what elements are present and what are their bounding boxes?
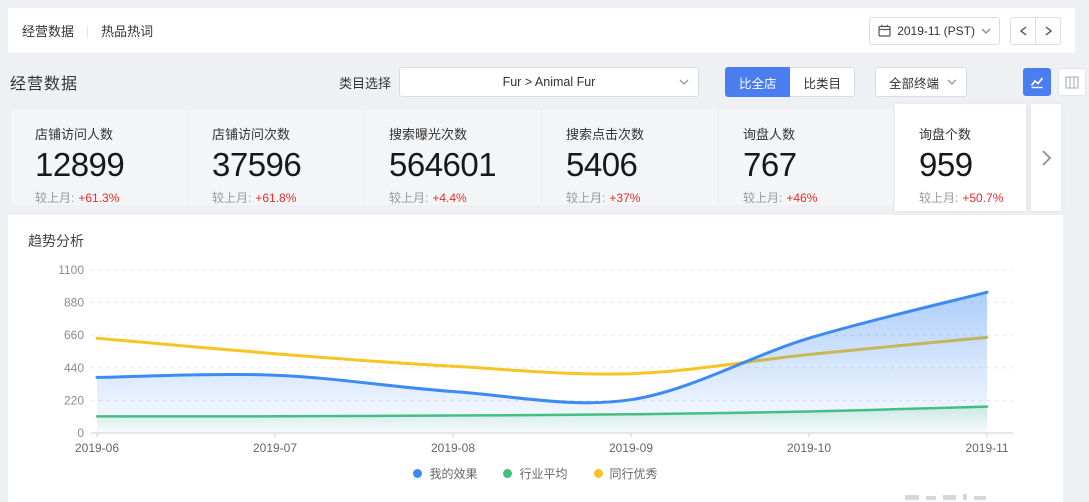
next-month-button[interactable] <box>1035 17 1061 45</box>
chevron-left-icon <box>1020 26 1027 36</box>
mom-label: 较上月: <box>389 191 428 205</box>
calendar-icon <box>878 24 891 37</box>
legend-item-top-peers[interactable]: 同行优秀 <box>594 465 658 482</box>
legend-item-industry-average[interactable]: 行业平均 <box>503 465 567 482</box>
chevron-right-icon <box>1042 150 1051 166</box>
kpi-card-inquiry-count[interactable]: 询盘个数 959 较上月: +50.7% <box>895 104 1026 211</box>
mom-label: 较上月: <box>743 191 782 205</box>
chevron-down-icon <box>947 79 957 85</box>
mom-value: +37% <box>609 191 640 205</box>
chevron-right-icon <box>1045 26 1052 36</box>
kpi-card-inquiry-people[interactable]: 询盘人数 767 较上月: +46% <box>718 110 895 205</box>
category-select-label: 类目选择 <box>339 73 391 92</box>
kpi-label: 搜索点击次数 <box>566 124 718 143</box>
prev-month-button[interactable] <box>1010 17 1036 45</box>
mom-value: +50.7% <box>962 191 1003 205</box>
category-select-value: Fur > Animal Fur <box>503 75 596 89</box>
view-toggle-group <box>1023 68 1086 96</box>
legend-label: 同行优秀 <box>610 465 658 482</box>
mom-value: +61.3% <box>78 191 119 205</box>
section-title: 经营数据 <box>10 70 78 94</box>
legend-dot-blue <box>413 469 422 478</box>
legend-dot-green <box>503 469 512 478</box>
category-select[interactable]: Fur > Animal Fur <box>399 67 699 97</box>
date-range-value: 2019-11 (PST) <box>897 24 975 38</box>
compare-whole-store-button[interactable]: 比全店 <box>725 67 791 97</box>
kpi-value: 37596 <box>212 146 364 184</box>
kpi-cards-row: 店铺访问人数 12899 较上月: +61.3% 店铺访问次数 37596 较上月… <box>10 104 1063 211</box>
svg-text:220: 220 <box>64 393 84 407</box>
kpi-card-search-impressions[interactable]: 搜索曝光次数 564601 较上月: +4.4% <box>364 110 541 205</box>
kpi-card-store-visitors[interactable]: 店铺访问人数 12899 较上月: +61.3% <box>10 110 187 205</box>
nav-tab-business-data[interactable]: 经营数据 <box>22 21 74 40</box>
chevron-down-icon <box>981 28 991 34</box>
top-nav-bar: 经营数据 | 热品热词 2019-11 (PST) <box>8 8 1075 53</box>
kpi-value: 959 <box>919 146 1026 184</box>
svg-text:660: 660 <box>64 328 84 342</box>
compare-category-button[interactable]: 比类目 <box>790 67 855 97</box>
svg-text:2019-08: 2019-08 <box>431 441 475 455</box>
mom-label: 较上月: <box>35 191 74 205</box>
kpi-label: 搜索曝光次数 <box>389 124 541 143</box>
line-chart-icon <box>1030 75 1044 89</box>
trend-line-chart[interactable]: 0 220 440 660 880 1100 2019-06 2019-07 2019-08 20… <box>8 215 1063 460</box>
kpi-value: 5406 <box>566 146 718 184</box>
mom-label: 较上月: <box>212 191 251 205</box>
kpi-value: 767 <box>743 146 895 184</box>
svg-text:2019-09: 2019-09 <box>609 441 653 455</box>
chart-legend: 我的效果 行业平均 同行优秀 <box>8 465 1063 482</box>
legend-item-my-performance[interactable]: 我的效果 <box>413 465 477 482</box>
svg-text:1100: 1100 <box>58 263 84 277</box>
svg-text:2019-11: 2019-11 <box>965 441 1008 455</box>
svg-text:440: 440 <box>64 361 84 375</box>
terminal-select-value: 全部终端 <box>889 73 939 92</box>
filter-toolbar: 经营数据 类目选择 Fur > Animal Fur 比全店 比类目 全部终端 <box>8 62 1086 102</box>
kpi-label: 店铺访问人数 <box>35 124 187 143</box>
mom-label: 较上月: <box>566 191 605 205</box>
kpi-label: 店铺访问次数 <box>212 124 364 143</box>
kpi-scroll-next-button[interactable] <box>1031 104 1061 211</box>
kpi-value: 564601 <box>389 146 541 184</box>
svg-text:880: 880 <box>64 296 84 310</box>
kpi-card-store-visits[interactable]: 店铺访问次数 37596 较上月: +61.8% <box>187 110 364 205</box>
svg-text:0: 0 <box>77 426 84 440</box>
kpi-label: 询盘人数 <box>743 124 895 143</box>
kpi-label: 询盘个数 <box>919 124 1026 143</box>
mom-value: +4.4% <box>432 191 466 205</box>
kpi-card-search-clicks[interactable]: 搜索点击次数 5406 较上月: +37% <box>541 110 718 205</box>
mom-label: 较上月: <box>919 191 958 205</box>
chart-view-button[interactable] <box>1023 68 1051 96</box>
compare-toggle-group: 比全店 比类目 <box>725 67 855 97</box>
svg-text:2019-06: 2019-06 <box>75 441 119 455</box>
date-range-select[interactable]: 2019-11 (PST) <box>869 17 1000 45</box>
nav-divider: | <box>86 24 89 38</box>
trend-analysis-panel: 趋势分析 022044066088011002019-062019-072019… <box>8 215 1063 502</box>
mom-value: +46% <box>786 191 817 205</box>
nav-tab-hot-keywords[interactable]: 热品热词 <box>101 21 153 40</box>
kpi-value: 12899 <box>35 146 187 184</box>
table-view-button[interactable] <box>1058 68 1086 96</box>
chevron-down-icon <box>679 79 689 85</box>
clipped-text-fragment <box>905 494 986 500</box>
legend-dot-yellow <box>594 469 603 478</box>
svg-text:2019-07: 2019-07 <box>253 441 297 455</box>
legend-label: 行业平均 <box>519 465 567 482</box>
mom-value: +61.8% <box>255 191 296 205</box>
table-icon <box>1065 76 1079 89</box>
legend-label: 我的效果 <box>429 465 477 482</box>
terminal-select[interactable]: 全部终端 <box>875 67 967 97</box>
svg-text:2019-10: 2019-10 <box>787 441 831 455</box>
